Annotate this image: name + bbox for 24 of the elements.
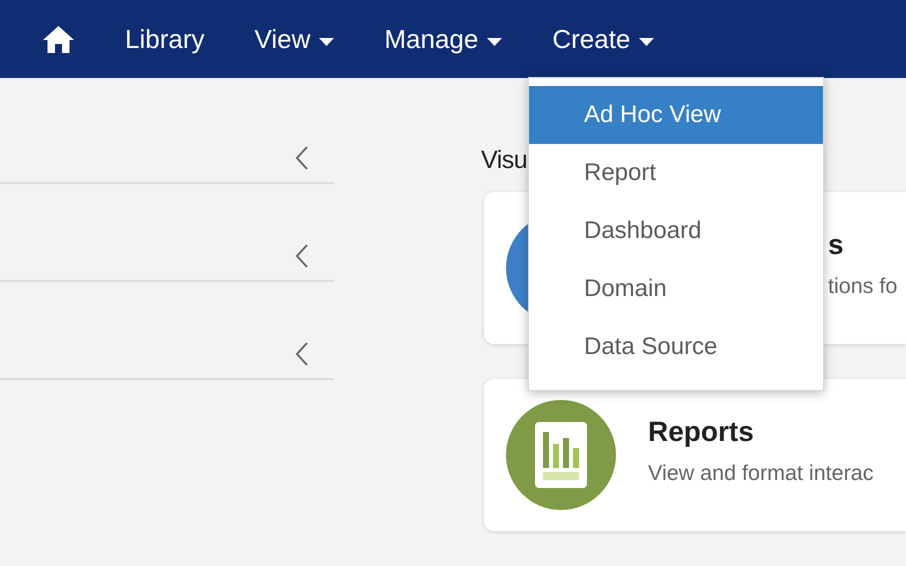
caret-icon	[319, 38, 334, 46]
caret-icon	[639, 38, 654, 46]
menu-item[interactable]: Domain	[529, 260, 823, 318]
chevron-icon[interactable]	[295, 146, 309, 170]
card-description: View and format interac	[648, 460, 874, 487]
caret-icon	[487, 38, 502, 46]
nav-dropdown[interactable]: Manage	[384, 24, 502, 54]
nav-dropdown[interactable]: Create	[552, 24, 654, 54]
section-title: Visu	[481, 145, 528, 176]
card-title: Reports	[648, 415, 755, 449]
nav-link[interactable]: Library	[125, 24, 204, 54]
menu-item[interactable]: Dashboard	[529, 202, 823, 260]
home-button[interactable]	[42, 24, 75, 54]
card-title: s	[828, 228, 845, 262]
chevron-icon[interactable]	[295, 342, 309, 366]
home-icon	[42, 24, 75, 54]
menu-item[interactable]: Ad Hoc View	[529, 86, 823, 144]
card-description: tions fo	[828, 273, 898, 300]
chevron-icon[interactable]	[295, 244, 309, 268]
nav-dropdown[interactable]: View	[254, 24, 334, 54]
menu-item[interactable]: Data Source	[529, 318, 823, 376]
report-chart-icon	[535, 422, 587, 488]
menu-item[interactable]: Report	[529, 144, 823, 202]
feature-card[interactable]: Reports View and format interac	[484, 379, 906, 531]
